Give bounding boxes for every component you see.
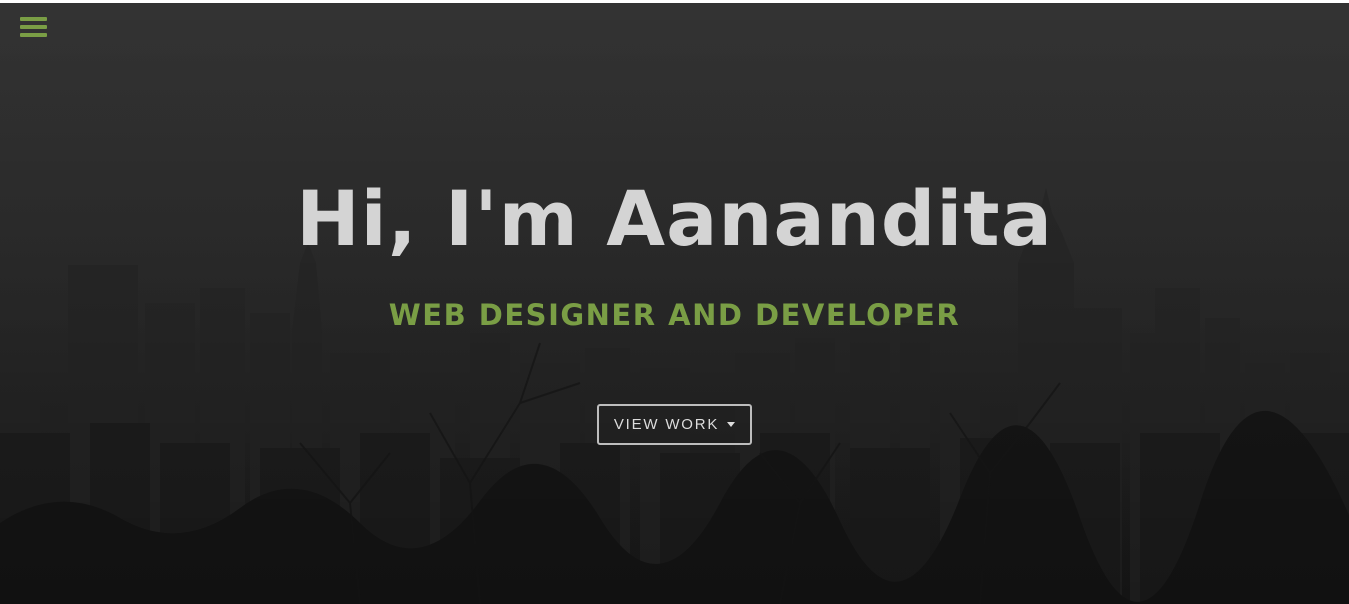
hero-subtitle: WEB DESIGNER AND DEVELOPER — [388, 298, 961, 332]
hamburger-menu-icon — [20, 33, 47, 37]
menu-button[interactable] — [18, 15, 48, 43]
caret-down-icon — [727, 422, 736, 427]
hero-section: Hi, I'm Aanandita WEB DESIGNER AND DEVEL… — [0, 3, 1349, 604]
hamburger-menu-icon — [20, 17, 47, 21]
hamburger-menu-icon — [20, 25, 47, 29]
view-work-label: VIEW WORK — [613, 416, 720, 433]
view-work-button[interactable]: VIEW WORK — [597, 404, 752, 445]
hero-title: Hi, I'm Aanandita — [296, 174, 1053, 263]
